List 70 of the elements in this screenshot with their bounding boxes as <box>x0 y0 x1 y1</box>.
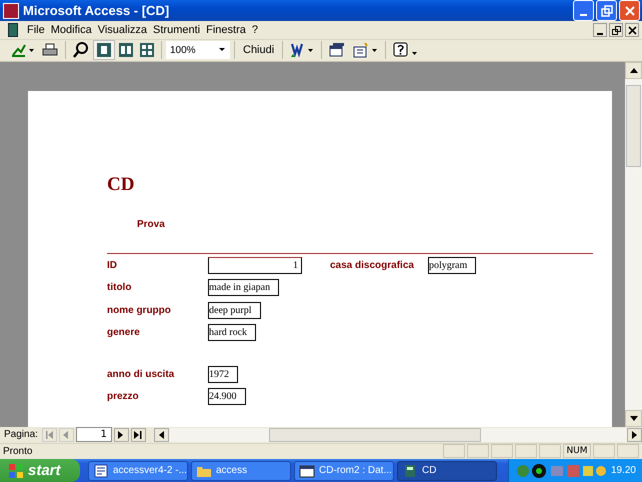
scroll-thumb[interactable] <box>626 85 641 168</box>
restore-icon <box>600 4 612 17</box>
field-label: anno di uscita <box>107 368 176 380</box>
minimize-button[interactable] <box>593 23 607 37</box>
taskbar-button[interactable]: CD <box>397 460 497 480</box>
right-triangle-icon <box>118 430 124 439</box>
field-value: polygram <box>428 256 476 274</box>
last-page-icon <box>134 430 143 439</box>
field-label: titolo <box>107 282 132 294</box>
close-icon <box>624 4 636 17</box>
window-icon <box>402 462 418 478</box>
vertical-scrollbar[interactable] <box>625 62 642 428</box>
close-preview-button[interactable]: Chiudi <box>239 40 278 60</box>
restore-button[interactable] <box>609 23 623 37</box>
next-page-button[interactable] <box>114 428 129 442</box>
zoom-combo-box[interactable]: 100% <box>166 41 230 60</box>
close-button[interactable] <box>625 23 639 37</box>
scroll-left-icon[interactable] <box>154 428 169 442</box>
one-page-icon[interactable] <box>93 40 115 60</box>
first-page-icon <box>44 430 54 439</box>
field-label: nome gruppo <box>107 304 172 316</box>
menu-item[interactable]: Finestra <box>203 24 249 36</box>
status-pane <box>539 444 561 458</box>
menu-item[interactable]: Visualizza <box>94 24 150 36</box>
taskbar-button[interactable]: accessver4-2 -... <box>88 460 188 480</box>
field-value: deep purpl <box>208 302 260 319</box>
status-pane <box>467 444 489 458</box>
close-icon <box>628 26 636 34</box>
taskbar-button[interactable]: CD-rom2 : Dat... <box>294 460 394 480</box>
field-label: genere <box>107 327 141 338</box>
field-label: ID <box>107 260 118 271</box>
page-label: Pagina: <box>4 429 38 440</box>
left-triangle-icon <box>63 430 70 439</box>
menu-item[interactable]: Modifica <box>48 24 95 36</box>
report-title: CD <box>107 173 136 198</box>
status-pane <box>491 444 513 458</box>
field-label: casa discografica <box>330 260 414 271</box>
field-value: hard rock <box>208 324 256 342</box>
status-text: Pronto <box>3 446 34 457</box>
menu-item[interactable]: Strumenti <box>150 24 204 36</box>
status-pane <box>443 444 465 458</box>
field-value: 24.900 <box>208 388 246 406</box>
page-number-field[interactable]: 1 <box>76 427 112 442</box>
field-value: 1972 <box>208 366 238 383</box>
status-indicator: NUM <box>563 444 591 458</box>
restore-icon <box>612 26 620 34</box>
windows-logo-icon <box>8 462 24 478</box>
window-title: Microsoft Access - [CD] <box>23 3 170 18</box>
menu-item[interactable]: File <box>24 24 48 36</box>
report-subtitle: Prova <box>137 219 166 232</box>
field-label: prezzo <box>107 391 140 402</box>
minimize-icon <box>597 33 603 35</box>
field-value: made in giapan <box>208 279 280 296</box>
status-pane <box>593 444 615 458</box>
scroll-up-icon[interactable] <box>625 62 642 80</box>
taskbar-button[interactable]: access <box>191 460 291 480</box>
scroll-right-icon[interactable] <box>627 428 642 442</box>
scroll-thumb[interactable] <box>268 428 481 442</box>
field-value: 1 <box>208 256 302 274</box>
scroll-down-icon[interactable] <box>625 410 642 428</box>
window-icon <box>299 462 315 478</box>
clock: 19.20 <box>610 465 636 476</box>
last-page-button[interactable] <box>130 428 146 442</box>
minimize-icon <box>580 14 587 16</box>
document-icon <box>8 23 18 37</box>
status-pane <box>617 444 639 458</box>
status-pane <box>515 444 537 458</box>
menu-item[interactable]: ? <box>248 24 261 36</box>
window-icon <box>93 462 109 478</box>
horizontal-scrollbar[interactable] <box>154 428 642 442</box>
